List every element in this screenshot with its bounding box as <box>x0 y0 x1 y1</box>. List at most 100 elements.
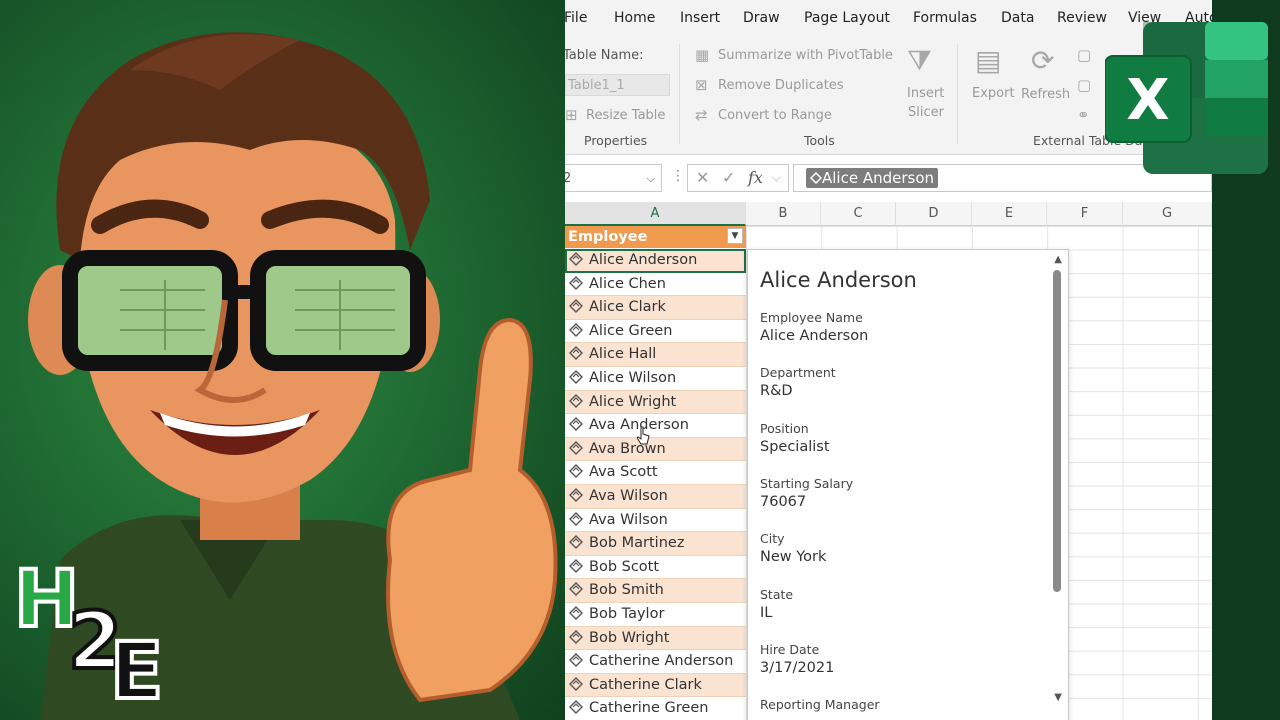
table-row[interactable]: Bob Wright <box>565 626 746 651</box>
card-field-value: Alice Anderson <box>760 328 869 344</box>
tab-formulas[interactable]: Formulas <box>913 10 977 26</box>
table-row[interactable]: Alice Green <box>565 319 746 344</box>
column-header-a[interactable]: A <box>565 202 746 226</box>
linked-data-type-icon <box>569 606 583 620</box>
card-scrollbar-thumb[interactable] <box>1053 270 1061 592</box>
tab-insert[interactable]: Insert <box>680 10 720 26</box>
thumbnail-illustration-panel: H 2 E <box>0 0 565 720</box>
tab-draw[interactable]: Draw <box>743 10 780 26</box>
employee-name: Ava Wilson <box>589 488 668 504</box>
linked-data-type-icon <box>569 700 583 715</box>
column-header-c[interactable]: C <box>821 202 896 226</box>
employee-name: Catherine Clark <box>589 676 702 693</box>
cancel-icon[interactable]: ✕ <box>696 168 709 187</box>
employee-name: Alice Wright <box>589 393 677 410</box>
column-header-d[interactable]: D <box>896 202 972 226</box>
table-name-input[interactable]: Table1_1 <box>565 74 670 96</box>
export-button[interactable]: Export <box>972 86 1015 101</box>
employee-name: Alice Anderson <box>589 252 698 268</box>
table-row[interactable]: Bob Martinez <box>565 532 746 556</box>
employee-name: Bob Scott <box>589 558 660 575</box>
scroll-down-icon[interactable]: ▼ <box>1054 692 1062 703</box>
data-type-card[interactable]: Alice Anderson Employee Name Alice Anders… <box>747 249 1069 720</box>
column-header-b[interactable]: B <box>746 202 821 226</box>
refresh-button[interactable]: Refresh <box>1021 87 1070 102</box>
formula-value: Alice Anderson <box>822 169 935 187</box>
table-row[interactable]: Alice Anderson <box>565 249 746 273</box>
export-icon: ▤ <box>975 44 1002 77</box>
unlink-icon: ⚭ <box>1077 106 1090 124</box>
column-header-g[interactable]: G <box>1123 202 1212 226</box>
employee-name: Catherine Green <box>589 700 709 717</box>
remove-duplicates-button[interactable]: Remove Duplicates <box>718 78 844 93</box>
tab-review[interactable]: Review <box>1057 10 1107 26</box>
table-header-employee[interactable]: Employee ▼ <box>565 226 746 248</box>
card-field-label: Employee Name <box>760 310 863 325</box>
resize-table-button[interactable]: Resize Table <box>586 108 665 123</box>
tab-page-layout[interactable]: Page Layout <box>804 10 890 26</box>
linked-data-type-icon <box>569 676 583 691</box>
linked-data-type-icon <box>569 370 583 384</box>
employee-name: Bob Martinez <box>589 535 685 552</box>
column-header-e[interactable]: E <box>972 202 1047 226</box>
insert-slicer-label: Slicer <box>908 105 944 120</box>
summarize-pivot-button[interactable]: Summarize with PivotTable <box>718 48 893 63</box>
column-header-f[interactable]: F <box>1047 202 1123 226</box>
name-box[interactable]: 2 ⌵ <box>565 164 662 192</box>
card-field-label: Hire Date <box>760 641 820 657</box>
employee-name: Ava Scott <box>589 464 658 481</box>
linked-data-type-icon <box>569 393 583 408</box>
table-row[interactable]: Alice Wright <box>565 390 746 415</box>
tab-data[interactable]: Data <box>1001 10 1034 26</box>
h2e-logo-icon: H 2 E <box>12 553 165 708</box>
table-row[interactable]: Alice Chen <box>565 272 746 297</box>
table-row[interactable]: Catherine Clark <box>565 673 746 698</box>
table-row[interactable]: Ava Anderson <box>565 414 746 438</box>
linked-data-type-icon <box>569 346 583 361</box>
name-box-value: 2 <box>565 171 572 186</box>
linked-data-type-icon <box>569 417 583 432</box>
insert-slicer-button[interactable]: Insert <box>907 86 944 101</box>
scroll-up-icon[interactable]: ▲ <box>1054 254 1062 265</box>
employee-name: Ava Wilson <box>589 511 668 528</box>
employee-name: Bob Taylor <box>589 606 665 622</box>
table-row[interactable]: Bob Taylor <box>565 603 746 627</box>
table-row[interactable]: Catherine Anderson <box>565 650 746 674</box>
convert-to-range-button[interactable]: Convert to Range <box>718 108 832 123</box>
linked-data-type-icon <box>569 464 583 479</box>
table-row[interactable]: Bob Scott <box>565 555 746 580</box>
employee-name: Bob Wright <box>589 629 670 646</box>
table-row[interactable]: Alice Clark <box>565 296 746 320</box>
properties-icon: ▢ <box>1077 46 1092 64</box>
employee-name: Alice Hall <box>589 346 657 363</box>
card-field-value: Specialist <box>760 438 830 455</box>
card-field-value: New York <box>760 549 827 566</box>
table-row[interactable]: Alice Wilson <box>565 367 746 391</box>
table-row[interactable]: Ava Wilson <box>565 508 746 533</box>
linked-data-type-icon <box>569 582 583 597</box>
tab-home[interactable]: Home <box>614 10 655 26</box>
chevron-down-icon[interactable]: ⌵ <box>647 165 655 193</box>
table-row[interactable]: Catherine Green <box>565 697 746 720</box>
table-row[interactable]: Bob Smith <box>565 579 746 603</box>
tools-group-label: Tools <box>804 133 835 148</box>
enter-icon[interactable]: ✓ <box>722 168 735 187</box>
chevron-down-icon[interactable]: ⌵ <box>772 171 780 185</box>
employee-name: Alice Clark <box>589 299 666 316</box>
formula-value-chip: Alice Anderson <box>806 168 939 188</box>
card-field-value: IL <box>760 604 773 621</box>
table-row[interactable]: Alice Hall <box>565 343 746 367</box>
card-field-value: 3/17/2021 <box>760 659 835 676</box>
filter-dropdown-icon[interactable]: ▼ <box>727 228 743 244</box>
linked-data-type-icon <box>569 511 583 526</box>
table-row[interactable]: Ava Wilson <box>565 485 746 509</box>
table-row[interactable]: Ava Scott <box>565 461 746 485</box>
insert-function-icon[interactable]: fx <box>748 168 763 187</box>
employee-name: Alice Wilson <box>589 370 677 386</box>
ribbon-separator <box>679 44 680 144</box>
table-row[interactable]: Ava Brown <box>565 437 746 462</box>
more-options-icon[interactable]: ⋮ <box>671 168 685 184</box>
tab-file[interactable]: File <box>565 10 587 26</box>
card-field-value: 76067 <box>760 493 807 510</box>
linked-data-type-icon <box>569 488 583 502</box>
